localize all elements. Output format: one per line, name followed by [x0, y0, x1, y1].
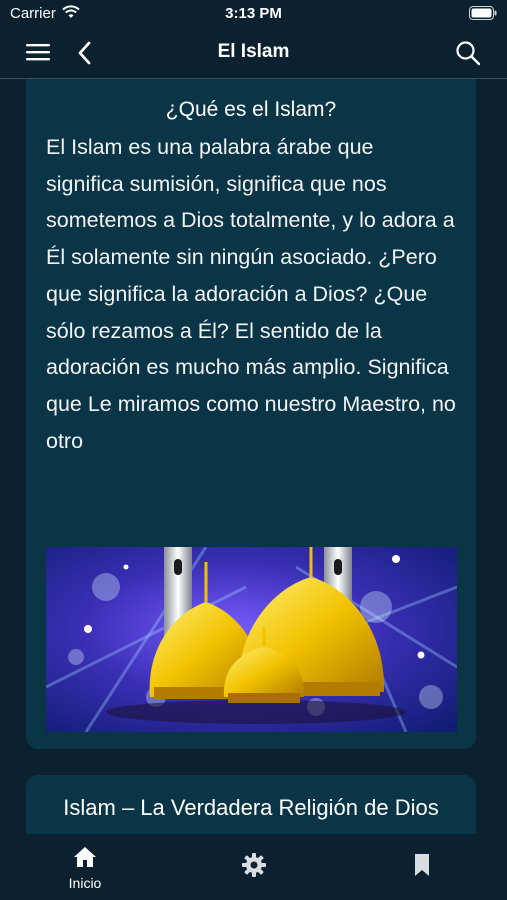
tab-settings[interactable] — [239, 834, 269, 900]
article-image — [46, 547, 457, 732]
tab-home[interactable]: Inicio — [55, 834, 115, 900]
article-card[interactable]: Islam – La Verdadera Religión de Dios — [26, 775, 476, 834]
article-title: Islam – La Verdadera Religión de Dios — [63, 795, 439, 820]
article-list[interactable]: ¿Qué es el Islam? El Islam es una palabr… — [0, 79, 507, 834]
battery-icon — [469, 6, 497, 24]
bookmark-icon — [414, 853, 430, 882]
page-title: El Islam — [217, 41, 290, 62]
navigation-bar: El Islam — [0, 28, 507, 79]
article-card[interactable]: ¿Qué es el Islam? El Islam es una palabr… — [26, 79, 476, 749]
status-bar: Carrier 3:13 PM — [0, 0, 507, 28]
tab-bar: Inicio — [0, 834, 507, 900]
search-icon[interactable] — [455, 40, 481, 71]
article-excerpt: El Islam es una palabra árabe que signif… — [46, 135, 456, 453]
settings-icon — [242, 853, 266, 882]
article-title: ¿Qué es el Islam? — [165, 98, 337, 121]
status-time: 3:13 PM — [225, 5, 282, 22]
tab-bookmarks[interactable] — [410, 834, 434, 900]
tab-home-label: Inicio — [68, 875, 102, 891]
home-icon — [73, 846, 97, 873]
